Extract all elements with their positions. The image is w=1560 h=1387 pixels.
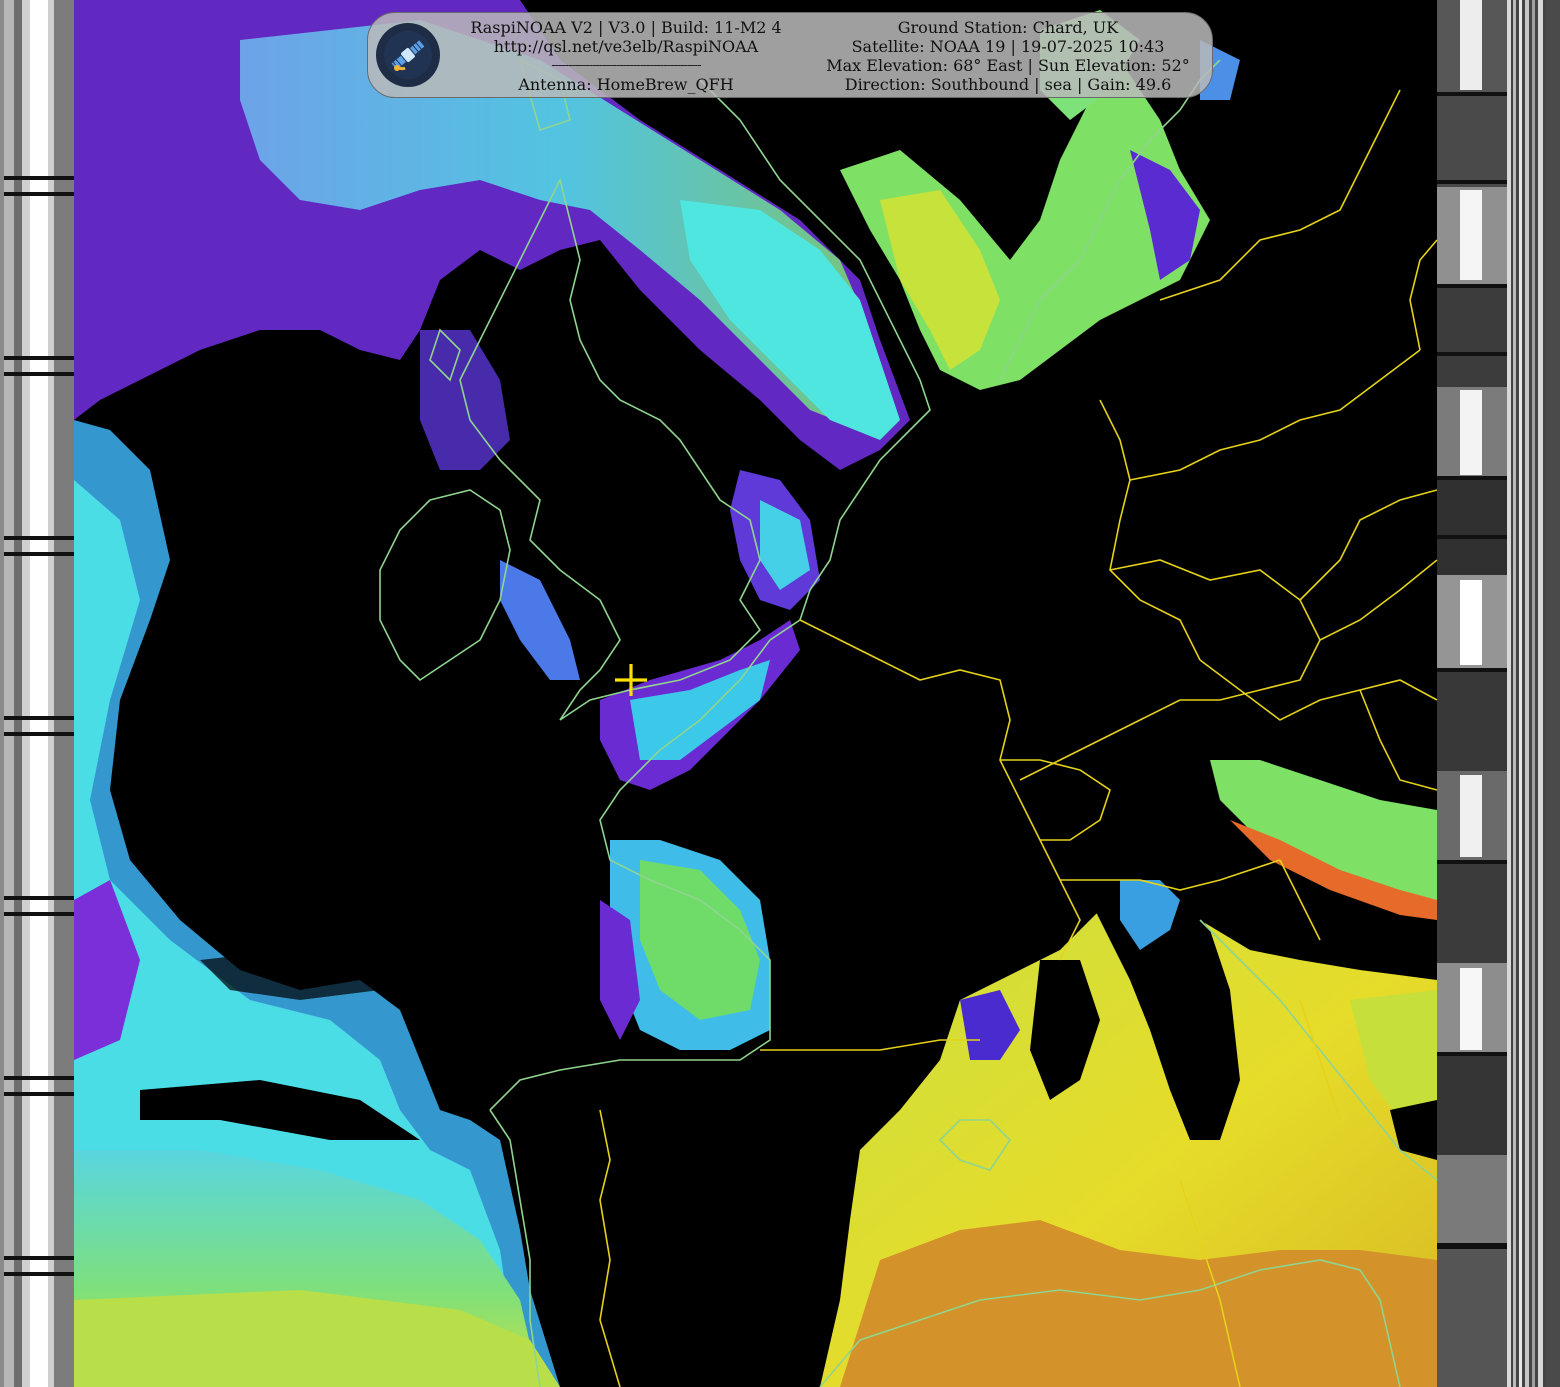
pass-details: Ground Station: Chard, UK Satellite: NOA… [808,18,1208,94]
antenna-label: Antenna: HomeBrew_QFH [518,75,734,94]
telemetry-strip-left [0,0,74,1387]
ground-station-label: Ground Station: Chard, UK [897,18,1119,37]
software-version-label: RaspiNOAA V2 | V3.0 | Build: 11-M2 4 [470,18,782,37]
pass-info-banner: RaspiNOAA V2 | V3.0 | Build: 11-M2 4 htt… [367,12,1213,98]
telemetry-strip-right [1437,0,1560,1387]
info-separator: ----------------------------------------… [551,58,701,73]
satellite-timestamp-label: Satellite: NOAA 19 | 19-07-2025 10:43 [851,37,1165,56]
station-software-info: RaspiNOAA V2 | V3.0 | Build: 11-M2 4 htt… [426,18,826,94]
satellite-image [0,0,1560,1387]
project-url-link[interactable]: http://qsl.net/ve3elb/RaspiNOAA [426,37,826,56]
direction-gain-label: Direction: Southbound | sea | Gain: 49.6 [844,75,1172,94]
elevation-label: Max Elevation: 68° East | Sun Elevation:… [826,56,1190,75]
